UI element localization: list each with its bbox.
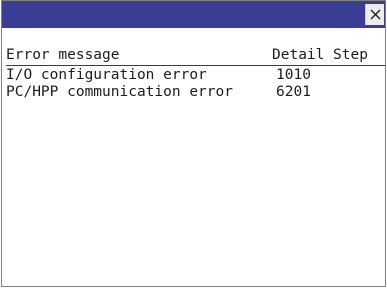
error-dialog: Error message Detail Step I/O configurat… (1, 0, 386, 287)
table-row[interactable]: I/O configuration error 1010 (6, 67, 385, 84)
error-detail-cell: 6201 (276, 84, 311, 100)
close-button[interactable] (365, 4, 384, 25)
column-header-detail: Detail (272, 47, 325, 63)
table-row[interactable]: PC/HPP communication error 6201 (6, 84, 385, 101)
error-table-header: Error message Detail Step (6, 45, 385, 66)
error-detail-cell: 1010 (276, 67, 311, 83)
close-icon (370, 9, 381, 20)
title-bar (2, 1, 385, 28)
error-message-cell: I/O configuration error (6, 67, 207, 83)
column-header-step: Step (333, 47, 368, 63)
error-message-cell: PC/HPP communication error (6, 84, 233, 100)
column-header-error-message: Error message (6, 47, 120, 63)
